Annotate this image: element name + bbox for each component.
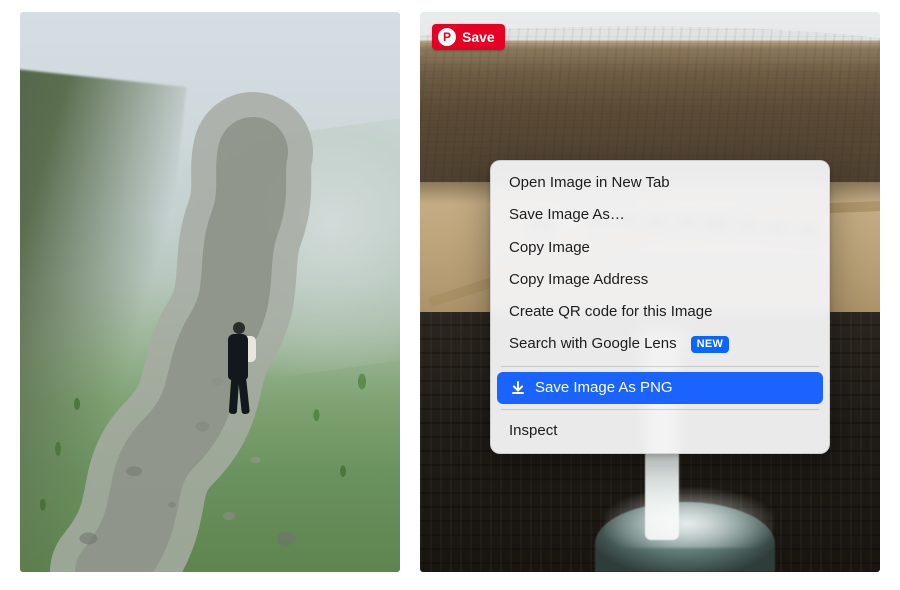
photo-left[interactable] (20, 12, 400, 572)
pinterest-save-label: Save (462, 29, 495, 45)
ctx-open-new-tab[interactable]: Open Image in New Tab (497, 167, 823, 199)
waterfall-mist (604, 488, 774, 548)
ctx-google-lens[interactable]: Search with Google Lens NEW (497, 328, 823, 360)
download-icon (509, 379, 527, 397)
pinterest-save-button[interactable]: P Save (432, 24, 505, 50)
ctx-copy-image-address[interactable]: Copy Image Address (497, 264, 823, 296)
ctx-item-label: Inspect (509, 421, 557, 441)
ctx-separator (501, 409, 819, 410)
ctx-item-label: Search with Google Lens (509, 334, 677, 354)
ctx-copy-image[interactable]: Copy Image (497, 232, 823, 264)
ctx-item-label: Open Image in New Tab (509, 173, 670, 193)
ctx-item-label: Save Image As… (509, 205, 625, 225)
ctx-create-qr[interactable]: Create QR code for this Image (497, 296, 823, 328)
ctx-inspect[interactable]: Inspect (497, 415, 823, 447)
pinterest-icon: P (438, 28, 456, 46)
new-badge: NEW (691, 336, 730, 353)
ctx-item-label: Copy Image Address (509, 270, 648, 290)
hiker-figure (218, 312, 258, 422)
context-menu: Open Image in New Tab Save Image As… Cop… (490, 160, 830, 454)
ctx-save-image-as-png[interactable]: Save Image As PNG (497, 372, 823, 404)
stage: P Save Open Image in New Tab Save Image … (0, 0, 900, 590)
ctx-save-image-as[interactable]: Save Image As… (497, 199, 823, 231)
ctx-item-label: Create QR code for this Image (509, 302, 712, 322)
grass-tufts (20, 12, 400, 572)
ctx-item-label: Copy Image (509, 238, 590, 258)
ctx-separator (501, 366, 819, 367)
ctx-item-label: Save Image As PNG (535, 378, 673, 398)
